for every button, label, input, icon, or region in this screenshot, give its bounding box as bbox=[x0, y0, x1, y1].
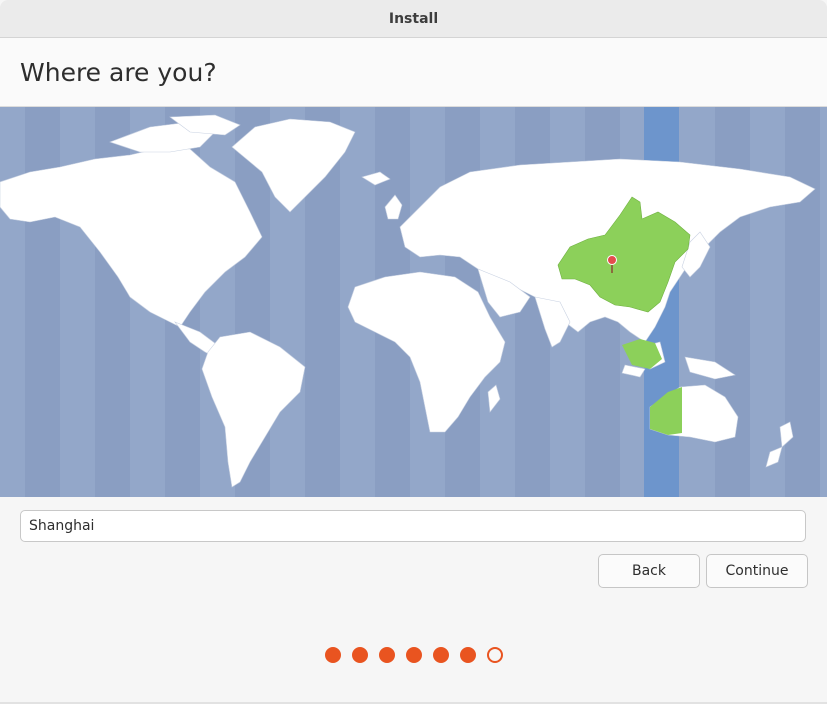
progress-dot bbox=[432, 647, 449, 663]
progress-dot bbox=[405, 647, 422, 663]
progress-dot bbox=[324, 647, 341, 663]
page-header: Where are you? bbox=[0, 38, 827, 107]
progress-dot bbox=[486, 647, 503, 663]
progress-indicator bbox=[0, 647, 827, 665]
progress-dot bbox=[459, 647, 476, 663]
window-titlebar: Install bbox=[0, 0, 827, 38]
continue-button[interactable]: Continue bbox=[706, 554, 808, 588]
back-button[interactable]: Back bbox=[598, 554, 700, 588]
progress-dot bbox=[351, 647, 368, 663]
window-title: Install bbox=[388, 10, 439, 27]
timezone-map[interactable] bbox=[0, 107, 827, 497]
location-input[interactable] bbox=[20, 510, 806, 542]
world-map-svg[interactable] bbox=[0, 107, 827, 497]
page-title: Where are you? bbox=[20, 58, 217, 87]
progress-dot bbox=[378, 647, 395, 663]
